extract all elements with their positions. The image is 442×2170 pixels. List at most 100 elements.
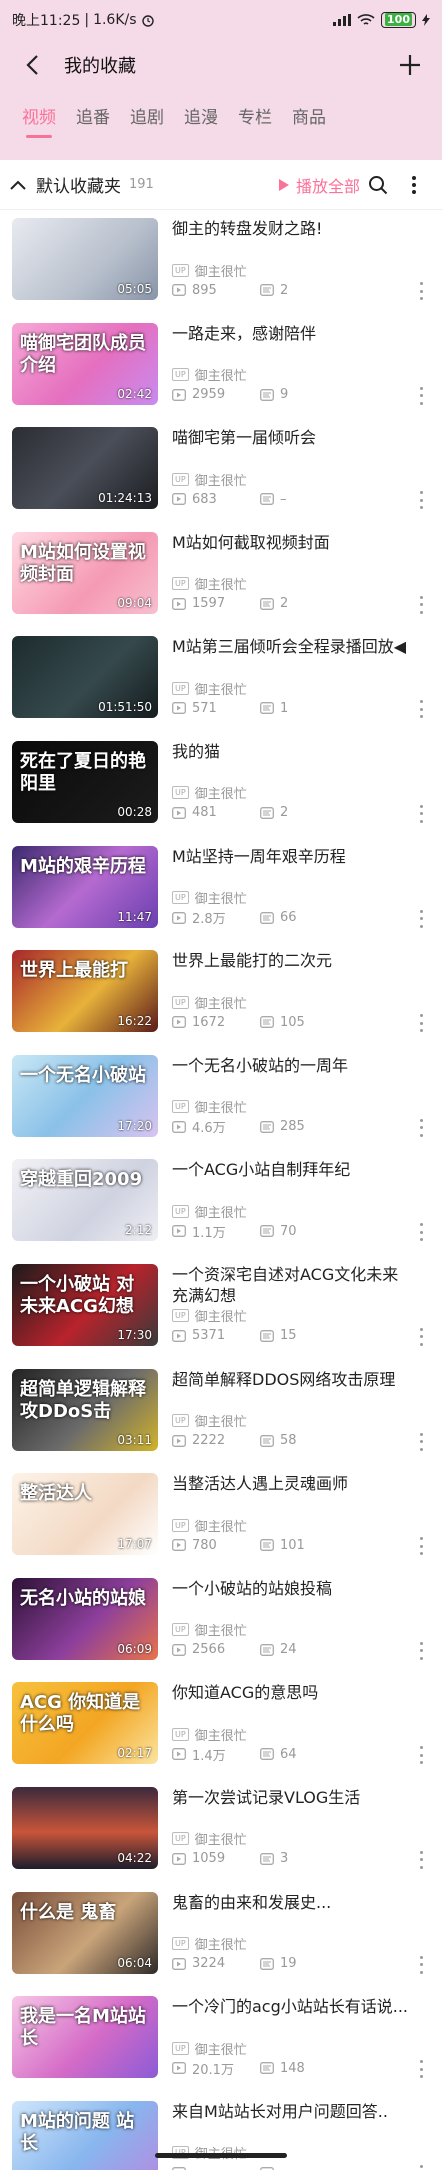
list-item[interactable]: 01:24:13 喵御宅第一届倾听会 UP 御主很忙 683 – xyxy=(0,419,442,524)
video-title[interactable]: 我的猫 xyxy=(172,741,434,762)
list-item[interactable]: M站的问题 站长 来自M站站长对用户问题回答.. UP 御主很忙 xyxy=(0,2093,442,2170)
video-title[interactable]: M站第三届倾听会全程录播回放◀ xyxy=(172,636,434,657)
list-item[interactable]: 死在了夏日的艳阳里 00:28 我的猫 UP 御主很忙 481 2 xyxy=(0,733,442,838)
list-item[interactable]: 什么是 鬼畜 06:04 鬼畜的由来和发展史... UP 御主很忙 3224 1… xyxy=(0,1884,442,1989)
uploader-name[interactable]: 御主很忙 xyxy=(195,783,247,802)
video-title[interactable]: 第一次尝试记录VLOG生活 xyxy=(172,1787,434,1808)
item-more-button[interactable] xyxy=(414,1850,428,1869)
video-title[interactable]: 超简单解释DDOS网络攻击原理 xyxy=(172,1369,434,1390)
video-thumbnail[interactable]: 死在了夏日的艳阳里 00:28 xyxy=(12,740,158,823)
list-item[interactable]: M站如何设置视频封面 09:04 M站如何截取视频封面 UP 御主很忙 1597 xyxy=(0,524,442,629)
video-thumbnail[interactable]: 一个小破站 对未来ACG幻想 17:30 xyxy=(12,1263,158,1346)
folder-more-button[interactable] xyxy=(396,175,432,194)
video-thumbnail[interactable]: M站如何设置视频封面 09:04 xyxy=(12,531,158,614)
video-thumbnail[interactable]: 05:05 xyxy=(12,218,158,300)
video-thumbnail[interactable]: 一个无名小破站 17:20 xyxy=(12,1054,158,1137)
list-item[interactable]: 04:22 第一次尝试记录VLOG生活 UP 御主很忙 1059 3 xyxy=(0,1779,442,1884)
uploader-name[interactable]: 御主很忙 xyxy=(195,1411,247,1430)
item-more-button[interactable] xyxy=(414,1432,428,1451)
video-title[interactable]: 一个小破站的站娘投稿 xyxy=(172,1578,434,1599)
item-more-button[interactable] xyxy=(414,282,428,300)
item-more-button[interactable] xyxy=(414,2060,428,2079)
video-thumbnail[interactable]: M站的艰辛历程 11:47 xyxy=(12,845,158,928)
uploader-name[interactable]: 御主很忙 xyxy=(195,261,247,280)
item-more-button[interactable] xyxy=(414,1223,428,1242)
video-thumbnail[interactable]: 喵御宅团队成员介绍 02:42 xyxy=(12,322,158,405)
uploader-name[interactable]: 御主很忙 xyxy=(195,1620,247,1639)
video-title[interactable]: M站如何截取视频封面 xyxy=(172,532,434,553)
uploader-name[interactable]: 御主很忙 xyxy=(195,993,247,1012)
uploader-name[interactable]: 御主很忙 xyxy=(195,365,247,384)
video-thumbnail[interactable]: 穿越重回2009 2:12 xyxy=(12,1159,158,1242)
video-title[interactable]: 御主的转盘发财之路! xyxy=(172,218,434,239)
video-title[interactable]: 你知道ACG的意思吗 xyxy=(172,1682,434,1703)
item-more-button[interactable] xyxy=(414,1746,428,1765)
item-more-button[interactable] xyxy=(414,1537,428,1556)
back-button[interactable] xyxy=(14,47,50,83)
item-more-button[interactable] xyxy=(414,1955,428,1974)
list-item[interactable]: 超简单逻辑解释 攻DDoS击 03:11 超简单解释DDOS网络攻击原理 UP … xyxy=(0,1361,442,1466)
video-thumbnail[interactable]: 世界上最能打 16:22 xyxy=(12,950,158,1033)
uploader-name[interactable]: 御主很忙 xyxy=(195,1516,247,1535)
video-title[interactable]: 鬼畜的由来和发展史... xyxy=(172,1892,434,1913)
video-title[interactable]: 来自M站站长对用户问题回答.. xyxy=(172,2101,434,2122)
item-more-button[interactable] xyxy=(414,804,428,823)
video-thumbnail[interactable]: 超简单逻辑解释 攻DDoS击 03:11 xyxy=(12,1368,158,1451)
item-more-button[interactable] xyxy=(414,386,428,405)
uploader-name[interactable]: 御主很忙 xyxy=(195,2039,247,2058)
list-item[interactable]: 我是一名M站站长 一个冷门的acg小站站长有话说... UP 御主很忙 20.1… xyxy=(0,1988,442,2093)
video-thumbnail[interactable]: 我是一名M站站长 xyxy=(12,1996,158,2079)
item-more-button[interactable] xyxy=(414,909,428,928)
tab-drama[interactable]: 追剧 xyxy=(120,103,174,138)
item-more-button[interactable] xyxy=(414,1641,428,1660)
video-thumbnail[interactable]: 01:51:50 xyxy=(12,636,158,719)
uploader-name[interactable]: 御主很忙 xyxy=(195,1829,247,1848)
video-title[interactable]: 一个ACG小站自制拜年纪 xyxy=(172,1159,434,1180)
item-more-button[interactable] xyxy=(414,1327,428,1346)
tab-videos[interactable]: 视频 xyxy=(12,103,66,138)
video-title[interactable]: 一个冷门的acg小站站长有话说... xyxy=(172,1996,434,2017)
folder-name[interactable]: 默认收藏夹 xyxy=(36,172,121,197)
uploader-name[interactable]: 御主很忙 xyxy=(195,1097,247,1116)
uploader-name[interactable]: 御主很忙 xyxy=(195,1306,247,1325)
video-thumbnail[interactable]: ACG 你知道是什么吗 02:17 xyxy=(12,1682,158,1765)
list-item[interactable]: 一个无名小破站 17:20 一个无名小破站的一周年 UP 御主很忙 4.6万 2… xyxy=(0,1047,442,1152)
tab-manga[interactable]: 追漫 xyxy=(174,103,228,138)
item-more-button[interactable] xyxy=(414,595,428,614)
video-title[interactable]: 一路走来，感谢陪伴 xyxy=(172,323,434,344)
item-more-button[interactable] xyxy=(414,491,428,510)
tab-bangumi[interactable]: 追番 xyxy=(66,103,120,138)
play-all-button[interactable]: 播放全部 xyxy=(278,173,360,197)
video-thumbnail[interactable]: M站的问题 站长 xyxy=(12,2100,158,2170)
list-item[interactable]: 05:05 御主的转盘发财之路! UP 御主很忙 895 2 xyxy=(0,210,442,315)
search-button[interactable] xyxy=(360,175,396,195)
item-more-button[interactable] xyxy=(414,1118,428,1137)
video-thumbnail[interactable]: 什么是 鬼畜 06:04 xyxy=(12,1891,158,1974)
list-item[interactable]: 01:51:50 M站第三届倾听会全程录播回放◀ UP 御主很忙 571 1 xyxy=(0,628,442,733)
tab-goods[interactable]: 商品 xyxy=(282,103,336,138)
item-more-button[interactable] xyxy=(414,2164,428,2170)
video-title[interactable]: M站坚持一周年艰辛历程 xyxy=(172,846,434,867)
uploader-name[interactable]: 御主很忙 xyxy=(195,1725,247,1744)
uploader-name[interactable]: 御主很忙 xyxy=(195,574,247,593)
list-item[interactable]: ACG 你知道是什么吗 02:17 你知道ACG的意思吗 UP 御主很忙 1.4… xyxy=(0,1674,442,1779)
video-title[interactable]: 一个资深宅自述对ACG文化未来充满幻想 xyxy=(172,1264,434,1306)
video-thumbnail[interactable]: 整活达人 17:07 xyxy=(12,1473,158,1556)
chevron-up-icon[interactable] xyxy=(10,180,26,190)
list-item[interactable]: 无名小站的站娘 06:09 一个小破站的站娘投稿 UP 御主很忙 2566 24 xyxy=(0,1570,442,1675)
tab-column[interactable]: 专栏 xyxy=(228,103,282,138)
list-item[interactable]: M站的艰辛历程 11:47 M站坚持一周年艰辛历程 UP 御主很忙 2.8万 6… xyxy=(0,838,442,943)
uploader-name[interactable]: 御主很忙 xyxy=(195,470,247,489)
item-more-button[interactable] xyxy=(414,1014,428,1033)
video-thumbnail[interactable]: 无名小站的站娘 06:09 xyxy=(12,1577,158,1660)
uploader-name[interactable]: 御主很忙 xyxy=(195,679,247,698)
list-item[interactable]: 喵御宅团队成员介绍 02:42 一路走来，感谢陪伴 UP 御主很忙 2959 9 xyxy=(0,315,442,420)
video-thumbnail[interactable]: 01:24:13 xyxy=(12,427,158,510)
uploader-name[interactable]: 御主很忙 xyxy=(195,1202,247,1221)
video-thumbnail[interactable]: 04:22 xyxy=(12,1786,158,1869)
list-item[interactable]: 整活达人 17:07 当整活达人遇上灵魂画师 UP 御主很忙 780 101 xyxy=(0,1465,442,1570)
video-title[interactable]: 喵御宅第一届倾听会 xyxy=(172,427,434,448)
video-title[interactable]: 世界上最能打的二次元 xyxy=(172,950,434,971)
add-button[interactable] xyxy=(392,47,428,83)
list-item[interactable]: 穿越重回2009 2:12 一个ACG小站自制拜年纪 UP 御主很忙 1.1万 … xyxy=(0,1151,442,1256)
